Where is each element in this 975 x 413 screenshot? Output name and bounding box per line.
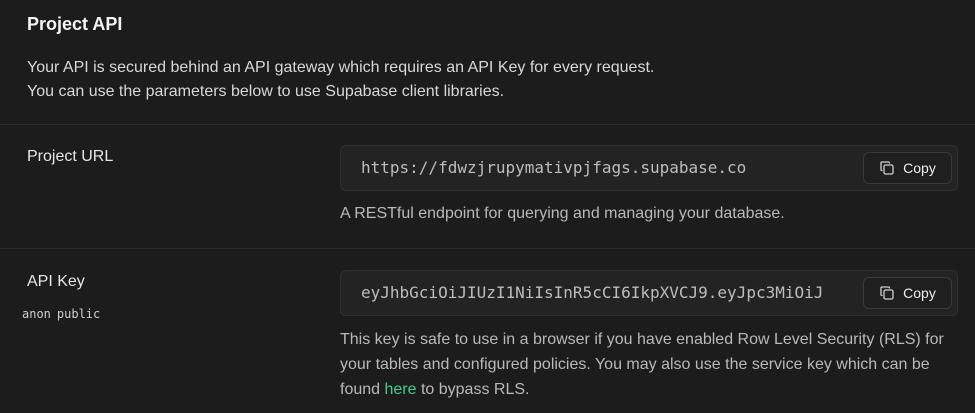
section-description: Your API is secured behind an API gatewa… [27, 56, 975, 104]
project-url-field[interactable]: https://fdwzjrupymativpjfags.supabase.co… [340, 145, 958, 191]
tag-anon: anon [22, 307, 51, 321]
api-key-field[interactable]: eyJhbGciOiJIUzI1NiIsInR5cCI6IkpXVCJ9.eyJ… [340, 270, 958, 316]
project-url-value[interactable]: https://fdwzjrupymativpjfags.supabase.co [361, 146, 746, 190]
copy-key-button[interactable]: Copy [863, 277, 952, 309]
project-url-row: Project URL https://fdwzjrupymativpjfags… [0, 126, 975, 249]
api-key-label: API Key [27, 273, 85, 290]
api-key-help: This key is safe to use in a browser if … [340, 327, 965, 402]
project-url-label: Project URL [27, 148, 114, 165]
section-header: Project API Your API is secured behind a… [0, 0, 975, 125]
service-key-link[interactable]: here [384, 381, 416, 398]
api-key-tags: anon public [22, 307, 100, 321]
api-key-row: API Key anon public eyJhbGciOiJIUzI1NiIsI… [0, 250, 975, 413]
copy-icon [879, 285, 895, 301]
description-line-2: You can use the parameters below to use … [27, 83, 505, 100]
tag-public: public [56, 307, 101, 321]
api-key-help-suffix: to bypass RLS. [416, 381, 530, 398]
copy-key-label: Copy [903, 285, 936, 301]
project-api-panel: Project API Your API is secured behind a… [0, 0, 975, 413]
copy-icon [879, 160, 895, 176]
section-title: Project API [27, 14, 123, 34]
project-url-help: A RESTful endpoint for querying and mana… [340, 205, 785, 222]
description-line-1: Your API is secured behind an API gatewa… [27, 59, 655, 76]
copy-url-label: Copy [903, 160, 936, 176]
api-key-value[interactable]: eyJhbGciOiJIUzI1NiIsInR5cCI6IkpXVCJ9.eyJ… [361, 271, 823, 315]
copy-url-button[interactable]: Copy [863, 152, 952, 184]
